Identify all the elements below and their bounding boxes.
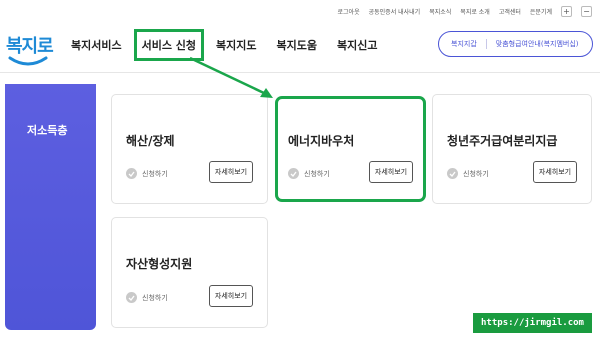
zoom-in-button[interactable]: + — [561, 6, 572, 17]
card-title: 청년주거급여분리지급 — [447, 134, 558, 148]
apply-label: 신청하기 — [463, 169, 489, 178]
header-divider — [0, 72, 600, 73]
apply-label: 신청하기 — [142, 293, 168, 302]
nav-service-apply[interactable]: 서비스 신청 — [133, 29, 205, 61]
card-apply[interactable]: 신청하기 — [126, 168, 168, 179]
logout-link[interactable]: 로그아웃 — [338, 7, 360, 16]
check-icon — [288, 168, 299, 179]
quick-links-pill: 복지지갑 맞춤형급여안내(복지멤버십) — [438, 31, 593, 57]
card-apply[interactable]: 신청하기 — [288, 168, 330, 179]
certificate-link[interactable]: 공동인증서 내사내기 — [369, 7, 421, 16]
custom-benefit-link[interactable]: 맞춤형급여안내(복지멤버십) — [496, 39, 579, 49]
watermark: https://jirmgil.com — [473, 313, 592, 333]
category-sidebar: 저소득층 — [5, 84, 96, 330]
font-size-link[interactable]: 은문기계 — [530, 7, 552, 16]
apply-label: 신청하기 — [304, 169, 330, 178]
check-icon — [447, 168, 458, 179]
logo-smile-icon — [8, 56, 48, 66]
card-title: 자산형성지원 — [126, 257, 193, 271]
welfare-news-link[interactable]: 복지소식 — [429, 7, 451, 16]
check-icon — [126, 292, 137, 303]
nav-welfare-map[interactable]: 복지지도 — [216, 37, 256, 53]
nav-welfare-report[interactable]: 복지신고 — [337, 37, 377, 53]
welfare-wallet-link[interactable]: 복지지갑 — [439, 39, 477, 49]
card-apply[interactable]: 신청하기 — [447, 168, 489, 179]
zoom-out-button[interactable]: − — [581, 6, 592, 17]
service-card-funeral: 해산/장제 신청하기 자세히보기 — [111, 94, 268, 204]
card-title: 에너지바우처 — [288, 134, 355, 148]
apply-label: 신청하기 — [142, 169, 168, 178]
detail-button[interactable]: 자세히보기 — [209, 161, 253, 183]
card-title: 해산/장제 — [126, 134, 175, 148]
logo-text: 복지로 — [6, 36, 54, 57]
sidebar-label[interactable]: 저소득층 — [27, 122, 67, 138]
main-nav: 복지서비스 서비스 신청 복지지도 복지도움 복지신고 — [71, 29, 398, 61]
pill-separator — [485, 39, 487, 49]
nav-welfare-service[interactable]: 복지서비스 — [71, 37, 122, 53]
detail-button[interactable]: 자세히보기 — [369, 161, 413, 183]
check-icon — [126, 168, 137, 179]
detail-button[interactable]: 자세히보기 — [533, 161, 577, 183]
nav-welfare-help[interactable]: 복지도움 — [277, 37, 317, 53]
service-card-asset-building: 자산형성지원 신청하기 자세히보기 — [111, 217, 268, 328]
detail-button[interactable]: 자세히보기 — [209, 285, 253, 307]
customer-center-link[interactable]: 고객센터 — [499, 7, 521, 16]
utility-bar: 로그아웃 공동인증서 내사내기 복지소식 복지로 소개 고객센터 은문기계 + … — [338, 6, 592, 17]
service-card-energy-voucher: 에너지바우처 신청하기 자세히보기 — [275, 96, 426, 202]
about-link[interactable]: 복지로 소개 — [460, 7, 490, 16]
card-apply[interactable]: 신청하기 — [126, 292, 168, 303]
bokjiro-logo[interactable]: 복지로 — [6, 26, 54, 72]
service-card-youth-housing: 청년주거급여분리지급 신청하기 자세히보기 — [432, 94, 592, 204]
